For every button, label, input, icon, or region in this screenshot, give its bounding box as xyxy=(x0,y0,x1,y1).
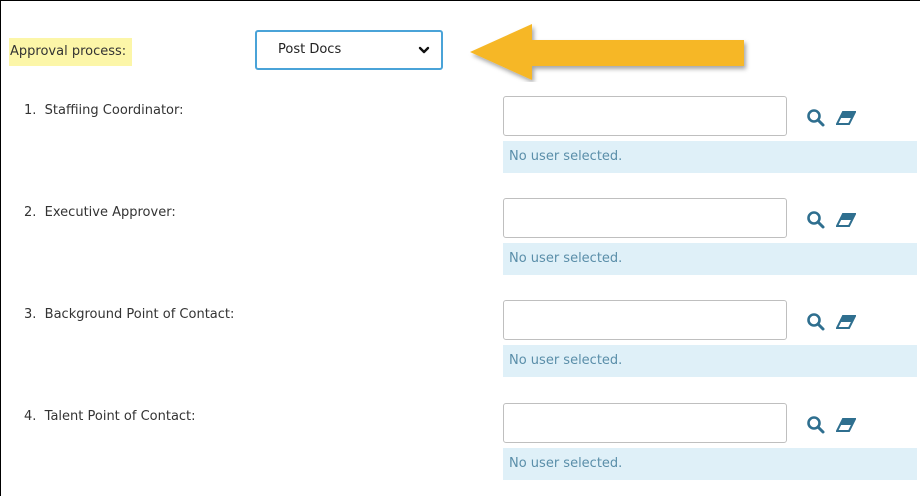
staffing-coordinator-input[interactable] xyxy=(503,96,787,136)
row-label-text: Executive Approver: xyxy=(44,205,176,220)
pointer-arrow-icon xyxy=(470,24,744,80)
search-icon[interactable] xyxy=(806,108,826,128)
row-label-text: Background Point of Contact: xyxy=(44,307,235,322)
row-label-background-point-of-contact: 3. Background Point of Contact: xyxy=(24,307,234,322)
row-number: 4. xyxy=(24,409,37,424)
row-label-talent-point-of-contact: 4. Talent Point of Contact: xyxy=(24,409,196,424)
eraser-icon[interactable] xyxy=(836,108,856,128)
talent-point-of-contact-status: No user selected. xyxy=(503,448,917,480)
row-label-executive-approver: 2. Executive Approver: xyxy=(24,205,176,220)
row-number: 3. xyxy=(24,307,37,322)
row-label-text: Staffiing Coordinator: xyxy=(44,103,184,118)
eraser-icon[interactable] xyxy=(836,415,856,435)
eraser-icon[interactable] xyxy=(836,210,856,230)
background-point-of-contact-status: No user selected. xyxy=(503,345,917,377)
executive-approver-input[interactable] xyxy=(503,198,787,238)
row-label-staffing-coordinator: 1. Staffiing Coordinator: xyxy=(24,103,184,118)
eraser-icon[interactable] xyxy=(836,312,856,332)
executive-approver-status: No user selected. xyxy=(503,243,917,275)
staffing-coordinator-status: No user selected. xyxy=(503,141,917,173)
chevron-down-icon xyxy=(418,46,430,54)
row-number: 1. xyxy=(24,103,37,118)
search-icon[interactable] xyxy=(806,312,826,332)
approval-process-label: Approval process: xyxy=(9,38,133,66)
talent-point-of-contact-input[interactable] xyxy=(503,403,787,443)
search-icon[interactable] xyxy=(806,210,826,230)
row-number: 2. xyxy=(24,205,37,220)
search-icon[interactable] xyxy=(806,415,826,435)
background-point-of-contact-input[interactable] xyxy=(503,300,787,340)
approval-process-select[interactable]: Post Docs xyxy=(255,30,443,70)
row-label-text: Talent Point of Contact: xyxy=(44,409,196,424)
approval-process-selected-value: Post Docs xyxy=(278,42,342,57)
